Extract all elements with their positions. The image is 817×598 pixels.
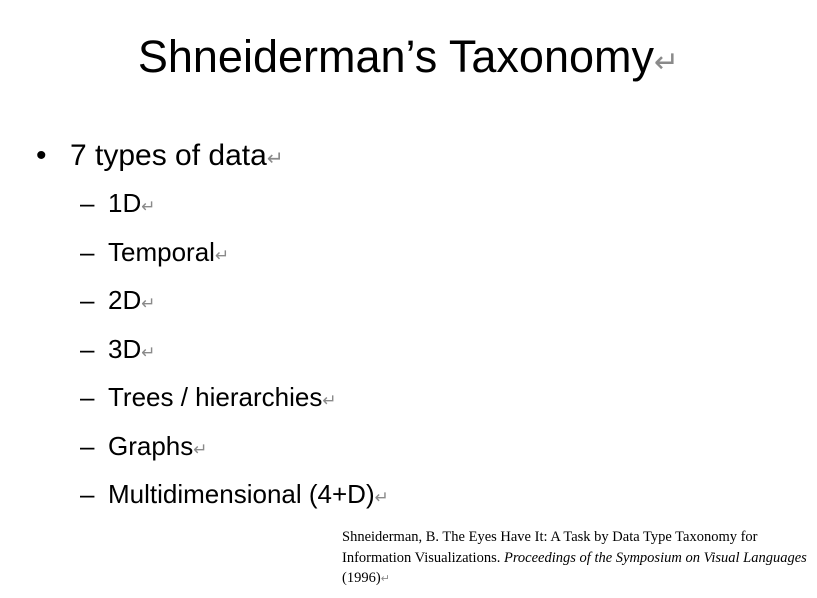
list-item: – Trees / hierarchies↵ [80, 380, 389, 429]
list-item: – Temporal↵ [80, 235, 389, 284]
citation-venue: Proceedings of the Symposium on Visual L… [503, 549, 807, 566]
list-item-text: Multidimensional (4+D) [108, 479, 375, 509]
dash-marker: – [80, 479, 95, 509]
paragraph-mark-icon: ↵ [141, 294, 156, 314]
list-item-text: Trees / hierarchies [108, 382, 323, 412]
list-item: –3D↵ [80, 332, 389, 381]
paragraph-mark-icon: ↵ [322, 391, 337, 411]
dash-marker: – [80, 236, 95, 267]
dash-marker: – [80, 333, 95, 364]
list-item-text: Graphs [108, 430, 194, 461]
dash-marker: – [80, 382, 95, 412]
dash-marker: – [80, 430, 95, 461]
list-item: – Graphs↵ [80, 429, 389, 478]
list-item-text: Temporal [108, 236, 215, 267]
list-item: –2D↵ [80, 283, 389, 332]
list-item-text: 2D [108, 285, 142, 315]
citation: Shneiderman, B. The Eyes Have It: A Task… [342, 527, 812, 590]
citation-year: (1996) [342, 570, 381, 586]
slide-title-text: Shneiderman’s Taxonomy [137, 31, 654, 82]
slide-title: Shneiderman’s Taxonomy↵ [0, 28, 817, 92]
bullet-marker: • [36, 139, 47, 172]
list-item: – Multidimensional (4+D)↵ [80, 477, 389, 526]
list-item-text: 1D [108, 188, 142, 218]
paragraph-mark-icon: ↵ [374, 488, 389, 508]
paragraph-mark-icon: ↵ [654, 45, 680, 80]
paragraph-mark-icon: ↵ [141, 342, 156, 363]
dash-marker: – [80, 285, 95, 315]
slide: Shneiderman’s Taxonomy↵ • 7 types of data… [0, 0, 817, 598]
list-item: –1D↵ [80, 186, 389, 235]
paragraph-mark-icon: ↵ [380, 572, 390, 585]
paragraph-mark-icon: ↵ [193, 439, 208, 460]
list-item-text: 3D [108, 333, 142, 364]
data-type-list: –1D↵ – Temporal↵ –2D↵ –3D↵ – Trees / hiera… [80, 186, 389, 526]
paragraph-mark-icon: ↵ [266, 146, 284, 170]
dash-marker: – [80, 188, 95, 218]
paragraph-mark-icon: ↵ [214, 245, 230, 266]
bullet-text: 7 types of data [70, 139, 267, 172]
bullet-item: • 7 types of data↵ [36, 136, 284, 178]
paragraph-mark-icon: ↵ [141, 197, 156, 217]
